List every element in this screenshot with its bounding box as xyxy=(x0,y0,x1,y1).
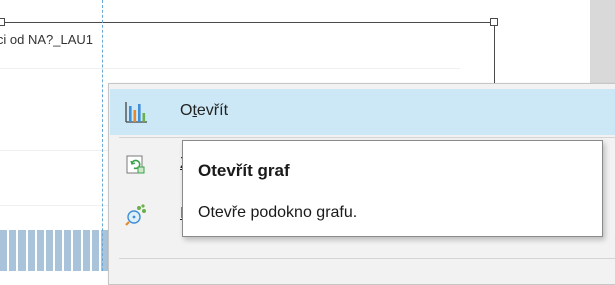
bar xyxy=(9,230,17,271)
bar xyxy=(73,230,81,271)
chart-title: ici od NA?_LAU1 xyxy=(0,32,93,47)
tooltip-description: Otevře podokno grafu. xyxy=(198,204,358,221)
menu-item-open-chart[interactable]: Otevřít xyxy=(110,89,615,135)
bar xyxy=(0,230,8,271)
bar xyxy=(45,230,54,271)
menu-item-label: Otevřít xyxy=(180,102,229,119)
gridline xyxy=(0,68,460,69)
tooltip: Otevřít graf Otevře podokno grafu. xyxy=(182,140,603,237)
refresh-layout-icon xyxy=(126,155,145,174)
zoom-data-icon xyxy=(125,204,146,226)
bar-chart-icon xyxy=(125,102,147,123)
bar xyxy=(18,230,26,271)
menu-separator xyxy=(119,258,615,259)
bar xyxy=(27,230,35,271)
frame-top-border xyxy=(0,22,494,23)
bar xyxy=(55,230,63,271)
menu-separator xyxy=(119,137,615,138)
resize-handle-right[interactable] xyxy=(490,18,498,26)
chart-bars xyxy=(0,230,109,271)
bar xyxy=(82,230,90,271)
bar xyxy=(64,230,72,271)
tooltip-title: Otevřít graf xyxy=(198,161,290,180)
bar xyxy=(36,230,44,271)
bar xyxy=(91,230,99,271)
resize-handle-left[interactable] xyxy=(0,18,5,26)
alignment-guide xyxy=(102,0,103,271)
